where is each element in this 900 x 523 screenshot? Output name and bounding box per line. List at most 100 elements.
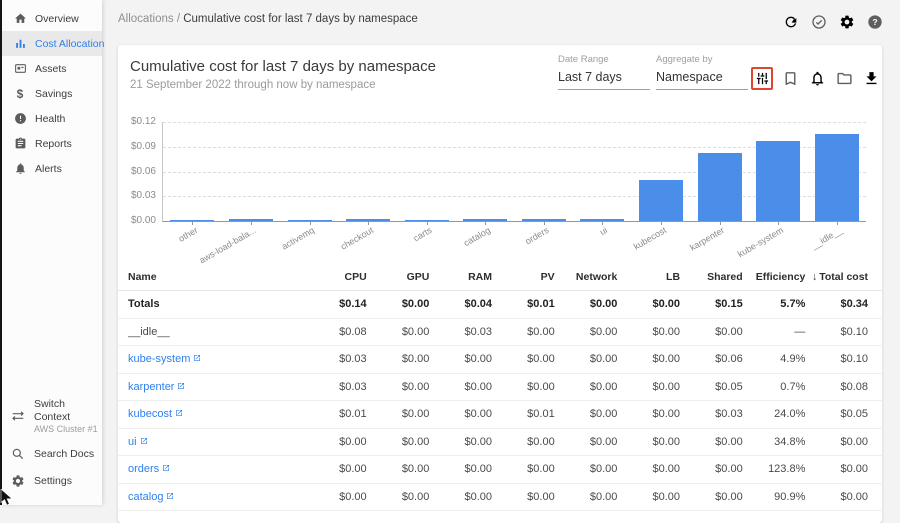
sidebar-item-settings[interactable]: Settings (2, 468, 102, 495)
bar-karpenter[interactable] (698, 153, 742, 222)
cell-value: $0.06 (680, 353, 743, 365)
sidebar-item-label: Cost Allocation (35, 38, 104, 50)
cell-value: $0.00 (367, 463, 430, 475)
cell-value: $0.34 (805, 298, 868, 310)
column-header-ram[interactable]: RAM (429, 271, 492, 283)
allocation-table: NameCPUGPURAMPVNetworkLBSharedEfficiency… (118, 264, 882, 511)
sidebar-item-overview[interactable]: Overview (2, 6, 102, 31)
column-header-gpu[interactable]: GPU (367, 271, 430, 283)
date-range-select[interactable]: Date Range Last 7 days (558, 54, 650, 90)
sidebar-item-search-docs[interactable]: Search Docs (2, 441, 102, 468)
cell-value: $0.01 (304, 408, 367, 420)
cell-value: $0.04 (429, 298, 492, 310)
help-icon: ? (867, 14, 884, 30)
column-header-total-cost[interactable]: ↓Total cost (805, 271, 868, 283)
cell-value: 90.9% (743, 491, 806, 503)
mouse-cursor (0, 489, 14, 506)
table-row-idle: __idle__$0.08$0.00$0.03$0.00$0.00$0.00$0… (118, 319, 882, 347)
row-name: Totals (128, 298, 304, 310)
x-axis-tick-label: catalog (462, 225, 492, 248)
namespace-link[interactable]: catalog (128, 491, 174, 503)
cell-value: $0.01 (492, 408, 555, 420)
table-row-karpenter: karpenter$0.03$0.00$0.00$0.00$0.00$0.00$… (118, 374, 882, 402)
cell-value: $0.00 (555, 326, 618, 338)
cell-value: $0.08 (805, 381, 868, 393)
cell-value: $0.00 (680, 326, 743, 338)
sidebar-item-label: Reports (35, 138, 72, 150)
cell-value: 123.8% (743, 463, 806, 475)
sidebar-item-alerts[interactable]: Alerts (2, 156, 102, 181)
sidebar-item-cost-allocation[interactable]: Cost Allocation (2, 31, 102, 56)
sidebar-item-savings[interactable]: $Savings (2, 81, 102, 106)
sidebar-item-reports[interactable]: Reports (2, 131, 102, 156)
cell-value: $0.00 (429, 491, 492, 503)
help-button[interactable]: ? (867, 13, 884, 30)
cell-value: $0.00 (492, 381, 555, 393)
breadcrumb-allocations[interactable]: Allocations (118, 13, 174, 25)
namespace-link[interactable]: kubecost (128, 408, 183, 420)
bar-chart-icon (13, 37, 27, 51)
namespace-link[interactable]: orders (128, 463, 170, 475)
table-row-orders: orders$0.00$0.00$0.00$0.00$0.00$0.00$0.0… (118, 456, 882, 484)
sidebar-item-label: Alerts (35, 163, 62, 175)
sidebar-item-label: Overview (35, 13, 79, 25)
date-range-value[interactable]: Last 7 days (558, 70, 650, 90)
sidebar-item-label: Savings (35, 88, 72, 100)
y-axis-tick-label: $0.12 (118, 116, 156, 127)
namespace-link[interactable]: ui (128, 436, 148, 448)
breadcrumb-separator: / (177, 13, 180, 25)
report-actions (751, 67, 881, 90)
column-header-cpu[interactable]: CPU (304, 271, 367, 283)
cell-value: $0.03 (304, 353, 367, 365)
gear-icon (11, 474, 26, 489)
folder-button[interactable] (836, 70, 854, 88)
gear-button[interactable] (839, 13, 856, 30)
sidebar-item-health[interactable]: Health (2, 106, 102, 131)
cell-value: $0.08 (304, 326, 367, 338)
bookmark-icon (782, 70, 800, 87)
sidebar-item-switch-context[interactable]: Switch ContextAWS Cluster #1 (2, 392, 102, 442)
cell-value: $0.00 (429, 463, 492, 475)
column-header-pv[interactable]: PV (492, 271, 555, 283)
page-title: Cumulative cost for last 7 days by names… (130, 58, 436, 75)
cell-value: $0.00 (304, 491, 367, 503)
namespace-link[interactable]: karpenter (128, 381, 185, 393)
main-area: Allocations / Cumulative cost for last 7… (102, 0, 900, 505)
aggregate-by-value[interactable]: Namespace (656, 70, 748, 90)
bell-outline-icon (809, 70, 827, 87)
bookmark-button[interactable] (782, 70, 800, 88)
report-card: Cumulative cost for last 7 days by names… (118, 45, 882, 523)
cell-value: $0.00 (617, 326, 680, 338)
external-link-icon (162, 463, 170, 475)
bar-idle[interactable] (815, 134, 859, 221)
cell-value: $0.00 (617, 436, 680, 448)
cell-value: $0.00 (555, 463, 618, 475)
cell-value: $0.00 (555, 491, 618, 503)
cell-value: $0.00 (367, 353, 430, 365)
table-row-kubecost: kubecost$0.01$0.00$0.00$0.01$0.00$0.00$0… (118, 401, 882, 429)
cell-value: $0.00 (555, 298, 618, 310)
column-header-name[interactable]: Name (128, 271, 304, 283)
window-edge (0, 0, 2, 505)
namespace-link[interactable]: kube-system (128, 353, 201, 365)
sidebar-item-assets[interactable]: Assets (2, 56, 102, 81)
column-header-lb[interactable]: LB (617, 271, 680, 283)
column-header-network[interactable]: Network (555, 271, 618, 283)
search-icon (11, 447, 26, 462)
cell-value: $0.00 (555, 381, 618, 393)
bar-kubecost[interactable] (639, 180, 683, 221)
x-axis-tick-label: activemq (280, 225, 316, 252)
bell-outline-button[interactable] (809, 70, 827, 88)
cell-value: $0.00 (680, 463, 743, 475)
bar-kube-system[interactable] (756, 141, 800, 221)
column-header-efficiency[interactable]: Efficiency (743, 271, 806, 283)
cell-value: $0.00 (805, 436, 868, 448)
x-axis-tick-label: kubecost (632, 225, 668, 252)
tune-button[interactable] (751, 67, 773, 90)
download-button[interactable] (863, 70, 881, 88)
check-circle-button[interactable] (811, 13, 828, 30)
refresh-button[interactable] (783, 13, 800, 30)
cell-value: $0.00 (367, 326, 430, 338)
aggregate-by-select[interactable]: Aggregate by Namespace (656, 54, 748, 90)
column-header-shared[interactable]: Shared (680, 271, 743, 283)
